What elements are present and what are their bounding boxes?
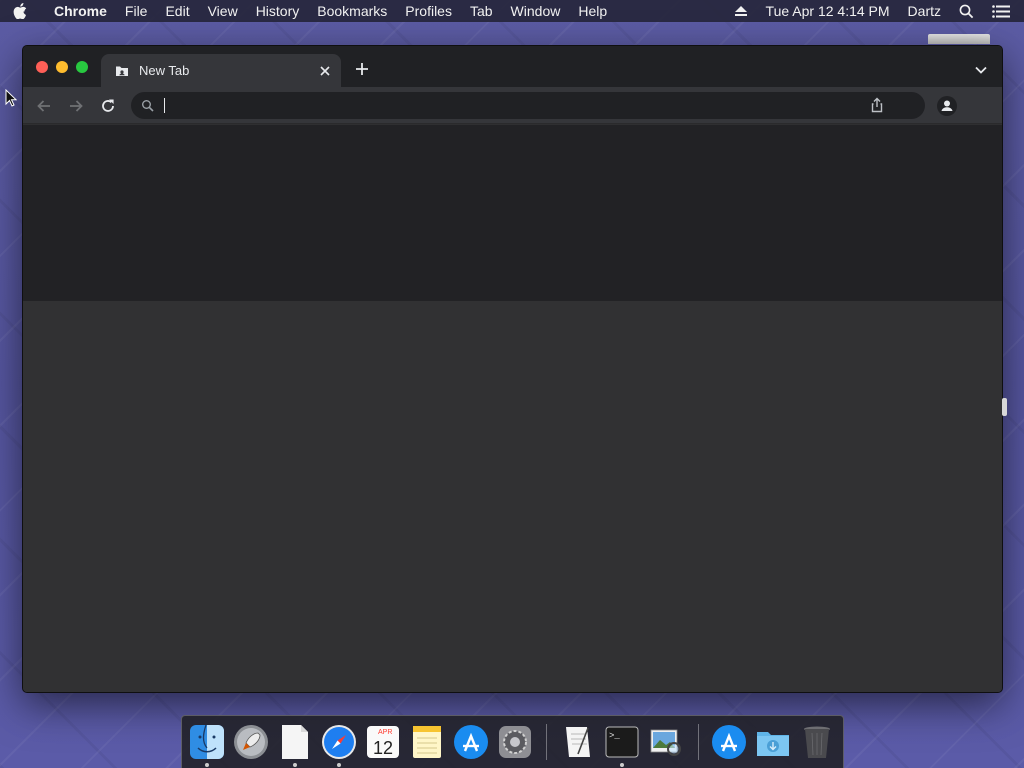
- spotlight-button[interactable]: [950, 4, 983, 19]
- profile-avatar-icon[interactable]: [936, 95, 958, 117]
- running-indicator: [293, 763, 297, 767]
- downloads-folder-icon: [757, 732, 789, 756]
- tab-strip: New Tab: [23, 46, 1002, 87]
- menu-history[interactable]: History: [247, 3, 309, 19]
- menu-bookmarks[interactable]: Bookmarks: [308, 3, 396, 19]
- dock-launchpad[interactable]: [231, 722, 271, 762]
- safari-compass-icon: [322, 725, 356, 759]
- dock-finder[interactable]: [187, 722, 227, 767]
- dock-app-store-2[interactable]: [709, 722, 749, 762]
- menu-clock[interactable]: Tue Apr 12 4:14 PM: [757, 3, 899, 19]
- dock-separator: [698, 724, 699, 760]
- text-caret: [164, 98, 165, 113]
- menu-help[interactable]: Help: [569, 3, 616, 19]
- tab-title: New Tab: [139, 63, 190, 78]
- dock-separator: [546, 724, 547, 760]
- dock-trash[interactable]: [797, 722, 837, 762]
- window-resize-handle[interactable]: [1002, 398, 1007, 416]
- dock-notes[interactable]: [407, 722, 447, 762]
- mouse-pointer-icon: [5, 89, 17, 107]
- eject-icon: [734, 6, 747, 16]
- launchpad-rocket-icon: [234, 725, 268, 759]
- terminal-icon: >_: [605, 726, 639, 758]
- window-zoom-button[interactable]: [76, 61, 88, 73]
- notes-icon: [413, 726, 441, 758]
- new-tab-page-body: [23, 301, 1002, 692]
- dock-preview[interactable]: [646, 722, 686, 762]
- menu-edit[interactable]: Edit: [156, 3, 198, 19]
- address-bar[interactable]: [131, 92, 925, 119]
- dock-calendar[interactable]: APR 12: [363, 722, 403, 762]
- calendar-icon: APR 12: [367, 726, 399, 758]
- eject-menu-extra[interactable]: [725, 5, 757, 17]
- trash-icon: [804, 726, 830, 758]
- calendar-day: 12: [373, 738, 393, 758]
- search-icon: [142, 100, 154, 112]
- control-center-icon: [992, 4, 1010, 18]
- address-input[interactable]: [163, 95, 863, 116]
- tab-close-icon[interactable]: [317, 63, 333, 79]
- menu-tab[interactable]: Tab: [461, 3, 502, 19]
- dock-downloads[interactable]: [753, 722, 793, 762]
- apple-icon: [13, 3, 27, 19]
- menu-view[interactable]: View: [199, 3, 247, 19]
- menu-file[interactable]: File: [116, 3, 157, 19]
- share-icon[interactable]: [869, 97, 885, 113]
- tab-new-tab[interactable]: New Tab: [101, 54, 341, 87]
- app-store-icon: [454, 725, 488, 759]
- finder-icon: [190, 724, 224, 759]
- dock: APR 12 >_: [181, 715, 844, 768]
- new-tab-plus-icon[interactable]: [354, 61, 370, 77]
- forward-arrow-icon[interactable]: [67, 97, 85, 115]
- new-tab-icon: [116, 66, 128, 76]
- spotlight-search-icon: [959, 4, 974, 18]
- gear-icon: [499, 726, 531, 758]
- window-minimize-button[interactable]: [56, 61, 68, 73]
- running-indicator: [337, 763, 341, 767]
- menu-bar: Chrome File Edit View History Bookmarks …: [0, 0, 1024, 22]
- tab-search-chevron-icon[interactable]: [974, 63, 988, 77]
- back-arrow-icon[interactable]: [35, 97, 53, 115]
- menu-app-name[interactable]: Chrome: [40, 3, 116, 19]
- preview-icon: [650, 729, 681, 756]
- dock-document[interactable]: [275, 722, 315, 767]
- blank-document-icon: [282, 725, 308, 759]
- running-indicator: [620, 763, 624, 767]
- reload-icon[interactable]: [99, 97, 117, 115]
- chrome-window: New Tab: [22, 45, 1003, 693]
- dock-app-store[interactable]: [451, 722, 491, 762]
- terminal-prompt: >_: [609, 731, 620, 741]
- menu-window[interactable]: Window: [502, 3, 570, 19]
- dock-safari[interactable]: [319, 722, 359, 767]
- textedit-icon: [566, 727, 590, 757]
- browser-toolbar: [23, 87, 1002, 124]
- calendar-month: APR: [378, 729, 392, 736]
- app-store-icon: [712, 725, 746, 759]
- external-drive-icon[interactable]: [928, 34, 990, 44]
- menu-user[interactable]: Dartz: [899, 3, 950, 19]
- dock-textedit[interactable]: [558, 722, 598, 762]
- dock-system-preferences[interactable]: [495, 722, 535, 762]
- menu-profiles[interactable]: Profiles: [396, 3, 461, 19]
- running-indicator: [205, 763, 209, 767]
- dock-terminal[interactable]: >_: [602, 722, 642, 767]
- window-close-button[interactable]: [36, 61, 48, 73]
- control-center-button[interactable]: [983, 4, 1024, 18]
- apple-menu[interactable]: [0, 3, 40, 19]
- new-tab-page-top: [23, 125, 1002, 301]
